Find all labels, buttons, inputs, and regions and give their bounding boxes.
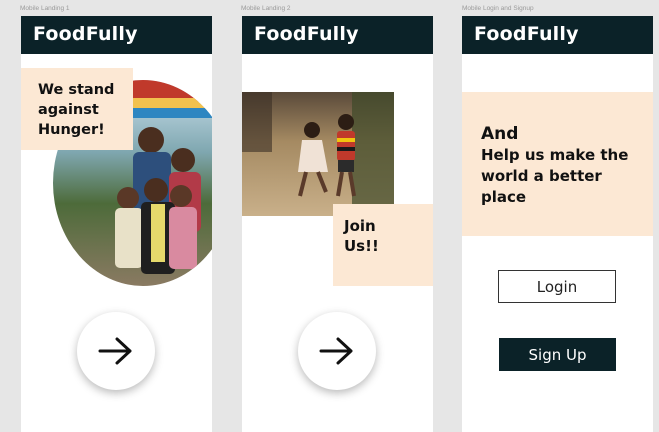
- frame-label-landing-1: Mobile Landing 1: [20, 5, 70, 12]
- mission-line-3: world a better: [481, 167, 602, 185]
- tagline-line-2: against: [38, 102, 99, 118]
- mission-line-4: place: [481, 188, 527, 206]
- app-header: FoodFully: [21, 16, 212, 54]
- frame-mobile-landing-2: FoodFully Join Us!!: [242, 16, 433, 432]
- brand-logo-text: FoodFully: [474, 23, 579, 45]
- running-kids-illustration: [242, 92, 394, 216]
- tagline-line-1: Join: [344, 217, 376, 235]
- frame-mobile-landing-1: FoodFully We stand against Hunger!: [21, 16, 212, 432]
- arrow-right-icon: [319, 337, 353, 365]
- login-button[interactable]: Login: [498, 270, 616, 303]
- arrow-right-icon: [98, 337, 132, 365]
- signup-button[interactable]: Sign Up: [499, 338, 616, 371]
- app-header: FoodFully: [462, 16, 653, 54]
- brand-logo-text: FoodFully: [33, 23, 138, 45]
- frame-mobile-login-signup: FoodFully And Help us make the world a b…: [462, 16, 653, 432]
- children-running-photo: [242, 92, 394, 216]
- tagline-line-3: Hunger!: [38, 122, 105, 138]
- tagline-line-2: Us!!: [344, 237, 379, 255]
- tagline-line-1: We stand: [38, 82, 115, 98]
- next-arrow-button[interactable]: [77, 312, 155, 390]
- frame-label-login-signup: Mobile Login and Signup: [462, 5, 534, 12]
- tagline-card: We stand against Hunger!: [21, 68, 133, 150]
- tagline-card: Join Us!!: [333, 204, 433, 286]
- next-arrow-button[interactable]: [298, 312, 376, 390]
- mission-line-1: And: [481, 124, 519, 144]
- mission-card: And Help us make the world a better plac…: [462, 92, 653, 236]
- frame-label-landing-2: Mobile Landing 2: [241, 5, 291, 12]
- brand-logo-text: FoodFully: [254, 23, 359, 45]
- mission-line-2: Help us make the: [481, 146, 629, 164]
- app-header: FoodFully: [242, 16, 433, 54]
